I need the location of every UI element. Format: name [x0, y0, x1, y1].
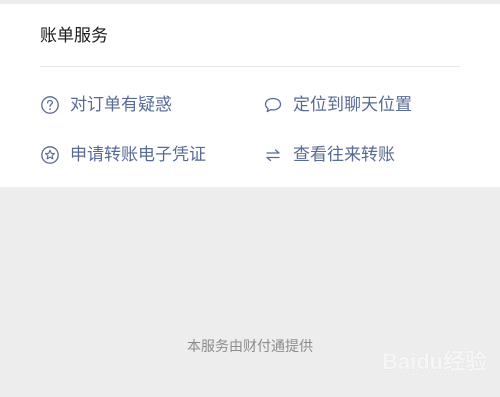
transfer-history-label: 查看往来转账 — [293, 145, 395, 165]
order-question-button[interactable]: 对订单有疑惑 — [40, 92, 172, 118]
order-question-label: 对订单有疑惑 — [70, 95, 172, 115]
chat-bubble-icon — [263, 95, 283, 115]
transfer-history-button[interactable]: 查看往来转账 — [263, 142, 395, 168]
bill-services-card: 账单服务 对订单有疑惑 定位到聊天位置 申请转账电子凭证 查看往来转账 — [0, 4, 500, 187]
transfer-voucher-button[interactable]: 申请转账电子凭证 — [40, 142, 206, 168]
transfer-voucher-label: 申请转账电子凭证 — [70, 145, 206, 165]
divider — [40, 66, 460, 67]
locate-chat-label: 定位到聊天位置 — [293, 95, 412, 115]
locate-chat-button[interactable]: 定位到聊天位置 — [263, 92, 412, 118]
watermark-sub: jingyan.baidu.com — [384, 370, 457, 380]
section-title: 账单服务 — [40, 26, 108, 46]
transfer-arrows-icon — [263, 145, 283, 165]
star-circle-icon — [40, 145, 60, 165]
question-circle-icon — [40, 95, 60, 115]
baidu-watermark: Baidu经验 jingyan.baidu.com — [382, 340, 494, 388]
